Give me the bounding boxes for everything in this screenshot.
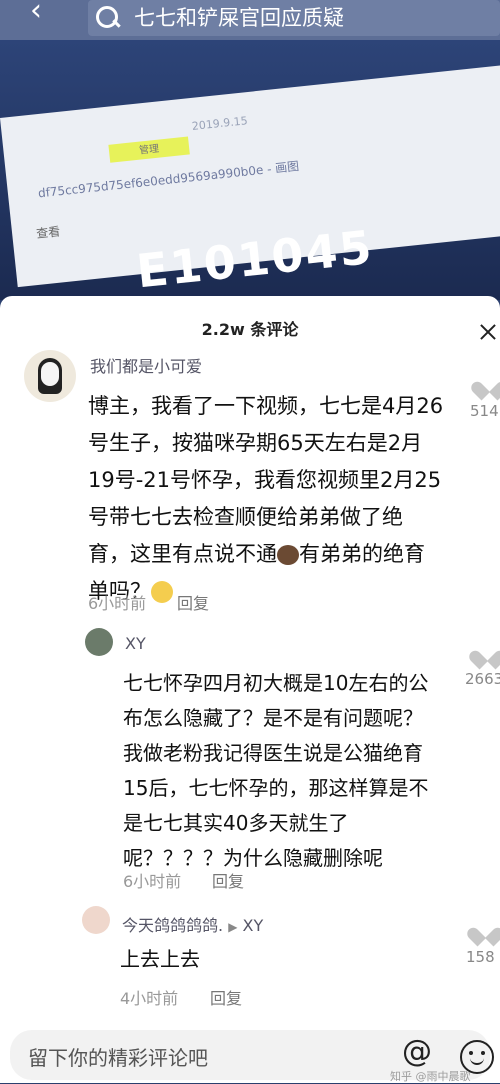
comment-username[interactable]: 今天鸽鸽鸽鸽. ▶ XY: [122, 912, 263, 936]
reply-button[interactable]: 回复: [212, 868, 244, 892]
video-big-number: E101045: [133, 219, 376, 299]
emoji-icon: [277, 545, 299, 565]
reply-button[interactable]: 回复: [210, 985, 242, 1009]
comment-line: 博主，我看了一下视频，七七是4月26: [88, 394, 444, 418]
video-view-label: 查看: [35, 224, 61, 241]
video-date: 2019.9.15: [191, 114, 249, 133]
like-icon[interactable]: [474, 920, 496, 940]
video-hash: df75cc975d75ef6e0edd9569a990b0e - 画图: [37, 157, 300, 201]
back-arrow-icon[interactable]: ‹: [30, 0, 58, 28]
like-icon[interactable]: [478, 374, 500, 394]
search-query[interactable]: 七七和铲屎官回应质疑: [134, 2, 344, 32]
comment-count-title: 2.2w 条评论: [201, 320, 299, 339]
at-mention-icon[interactable]: @: [402, 1034, 432, 1069]
comment-line: 我做老粉我记得医生说是公猫绝育: [123, 741, 423, 765]
video-preview[interactable]: 2019.9.15 管理 df75cc975d75ef6e0edd9569a99…: [0, 40, 500, 300]
comment-line: 育，这里有点说不通 有弟弟的绝育: [88, 536, 468, 573]
video-hash-value: df75cc975d75ef6e0edd9569a990b0e: [37, 162, 264, 201]
video-screen: 2019.9.15 管理 df75cc975d75ef6e0edd9569a99…: [0, 63, 500, 298]
comment-line: 是七七其实40多天就生了: [123, 811, 349, 835]
comment-line: 号生子，按猫咪孕期65天左右是2月: [88, 431, 423, 455]
comment-line-part: 育，这里有点说不通: [88, 542, 277, 566]
comment-time: 6小时前: [88, 594, 147, 613]
comment-body: 七七怀孕四月初大概是10左右的公 布怎么隐藏了？是不是有问题呢？ 我做老粉我记得…: [123, 666, 468, 876]
comment-time: 4小时前: [120, 989, 179, 1008]
reply-button[interactable]: 回复: [177, 590, 209, 614]
emoji-icon: [151, 581, 173, 603]
comment-line: 七七怀孕四月初大概是10左右的公: [123, 671, 429, 695]
watermark: 知乎 @雨中晨歌: [390, 1070, 471, 1083]
comment-line: 号带七七去检查顺便给弟弟做了绝: [88, 505, 403, 529]
like-count: 2663: [465, 670, 500, 688]
comment-line-part: 有弟弟的绝育: [299, 542, 425, 566]
comment-line: 布怎么隐藏了？是不是有问题呢？: [123, 706, 423, 730]
comment-body: 博主，我看了一下视频，七七是4月26 号生子，按猫咪孕期65天左右是2月 19号…: [88, 388, 468, 610]
comment-username[interactable]: 我们都是小可爱: [90, 353, 202, 377]
comment-line: 15后，七七怀孕的，那这样算是不: [123, 776, 429, 800]
reply-to-user[interactable]: XY: [243, 916, 264, 935]
like-count: 158: [466, 948, 495, 966]
avatar-mask: [41, 362, 59, 386]
comment-line: 19号-21号怀孕，我看您视频里2月25: [88, 468, 442, 492]
search-icon-handle: [112, 19, 121, 28]
video-hash-suffix: - 画图: [266, 159, 300, 177]
comment-line: 上去上去: [120, 947, 200, 971]
video-tag: 管理: [108, 136, 190, 163]
search-bar[interactable]: 七七和铲屎官回应质疑: [88, 0, 500, 36]
comment-username[interactable]: XY: [125, 634, 146, 653]
reply-arrow-icon: ▶: [228, 920, 238, 934]
comment-time: 6小时前: [123, 872, 182, 891]
comment-body: 上去上去: [120, 944, 200, 974]
comment-username-text: 今天鸽鸽鸽鸽.: [122, 916, 224, 935]
top-bar: ‹ 七七和铲屎官回应质疑: [0, 0, 500, 40]
avatar[interactable]: [82, 906, 110, 934]
avatar[interactable]: [24, 350, 76, 402]
like-icon[interactable]: [476, 643, 498, 663]
comment-input-placeholder[interactable]: 留下你的精彩评论吧: [28, 1042, 208, 1071]
like-count: 514: [470, 402, 499, 420]
close-icon[interactable]: [478, 322, 498, 342]
avatar[interactable]: [85, 628, 113, 656]
